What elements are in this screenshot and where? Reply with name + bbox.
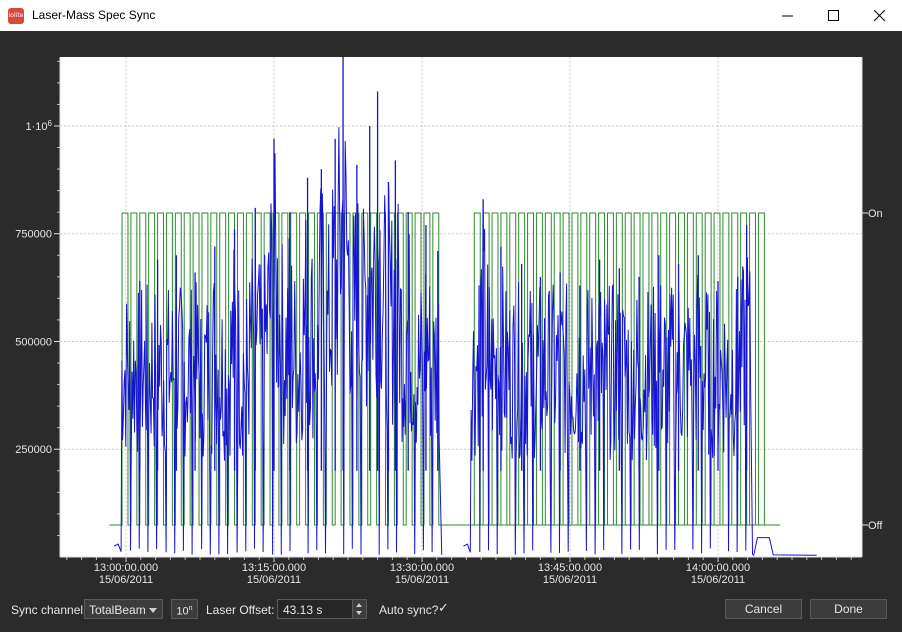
sync-channel-label: Sync channel: (11, 603, 87, 617)
x-tick-date: 15/06/2011 (99, 574, 153, 586)
left-axis: 250000 500000 750000 1·106 (15, 57, 61, 557)
x-tick-time: 13:45:00.000 (538, 562, 602, 574)
sync-plot[interactable]: 250000 500000 750000 1·106 Off On 13:00:00.0… (0, 31, 902, 591)
x-axis: 13:00:00.00015/06/201113:15:00.00015/06/… (60, 556, 862, 586)
window-title: Laser-Mass Spec Sync (32, 8, 156, 22)
chevron-down-icon (149, 608, 157, 613)
laser-offset-input[interactable]: 43.13 s (277, 599, 367, 619)
title-bar: iolite Laser-Mass Spec Sync (0, 0, 902, 31)
arrow-up-icon[interactable] (356, 603, 362, 607)
x-tick-date: 15/06/2011 (395, 574, 449, 586)
y2-tick-label: On (868, 208, 883, 220)
x-tick-time: 13:15:00.000 (242, 562, 306, 574)
done-button[interactable]: Done (810, 599, 887, 619)
auto-sync-label: Auto sync? (379, 603, 439, 617)
minimize-button[interactable] (764, 0, 810, 31)
maximize-button[interactable] (810, 0, 856, 31)
laser-offset-label: Laser Offset: (206, 603, 275, 617)
x-tick-date: 15/06/2011 (247, 574, 301, 586)
maximize-icon (828, 10, 839, 21)
cancel-button[interactable]: Cancel (725, 599, 802, 619)
x-tick-time: 13:00:00.000 (94, 562, 158, 574)
y2-tick-label: Off (868, 520, 883, 532)
x-tick-time: 13:30:00.000 (390, 562, 454, 574)
app-logo-icon: iolite (8, 8, 24, 24)
x-tick-time: 14:00:00.000 (686, 562, 750, 574)
auto-sync-checkbox[interactable]: ✓ (438, 601, 452, 615)
y-tick-label: 1·106 (26, 119, 53, 133)
exponent-format-button[interactable]: 10n (171, 599, 198, 619)
y-tick-label: 500000 (15, 336, 52, 348)
close-button[interactable] (856, 0, 902, 31)
sync-channel-select[interactable]: TotalBeam (84, 599, 163, 619)
laser-offset-value: 43.13 s (283, 603, 323, 617)
x-tick-date: 15/06/2011 (691, 574, 745, 586)
laser-offset-stepper[interactable] (352, 600, 366, 618)
minimize-icon (782, 15, 793, 17)
x-tick-date: 15/06/2011 (543, 574, 597, 586)
y-tick-label: 250000 (15, 444, 52, 456)
sync-channel-value: TotalBeam (89, 603, 146, 617)
right-axis: Off On (861, 57, 883, 557)
arrow-down-icon[interactable] (356, 611, 362, 615)
close-icon (874, 10, 886, 22)
y-tick-label: 750000 (15, 229, 52, 241)
